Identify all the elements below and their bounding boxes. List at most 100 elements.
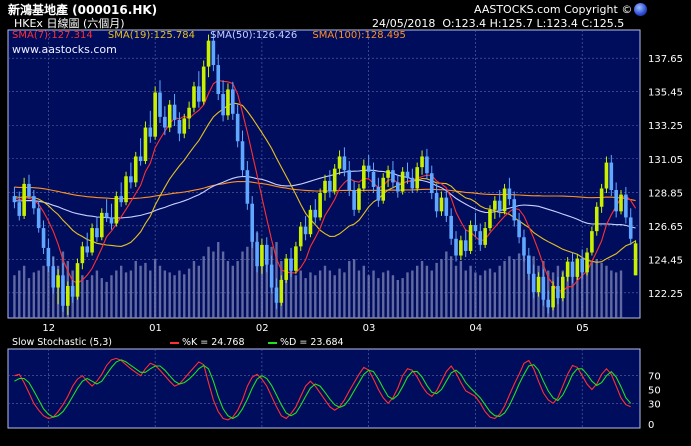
x-tick-label: 12 xyxy=(42,323,55,334)
volume-bar xyxy=(139,265,142,318)
volume-bar xyxy=(42,265,45,318)
candle-body xyxy=(240,141,245,171)
candle-body xyxy=(221,94,225,116)
volume-bar xyxy=(386,270,390,318)
volume-bar xyxy=(212,251,215,318)
volume-bar xyxy=(401,278,404,318)
candle-body xyxy=(36,208,41,229)
candle-body xyxy=(560,276,565,299)
k-legend: %K = 24.768 xyxy=(170,337,245,348)
volume-bar xyxy=(338,268,341,318)
candle-body xyxy=(546,299,551,308)
candle-body xyxy=(371,171,376,187)
candle-body xyxy=(201,66,206,102)
candle-body xyxy=(22,183,26,216)
candle-body xyxy=(420,156,424,168)
volume-bar xyxy=(590,261,594,318)
volume-bar xyxy=(348,261,351,318)
volume-bar xyxy=(187,268,191,318)
stochastic-title: Slow Stochastic (5,3) xyxy=(12,337,112,348)
volume-bar xyxy=(289,270,293,318)
candle-body xyxy=(585,252,589,273)
volume-bar xyxy=(600,262,603,318)
price-tick-label: 122.25 xyxy=(648,289,683,300)
candle-body xyxy=(158,92,162,117)
candle-body xyxy=(391,170,395,183)
volume-bar xyxy=(459,261,463,318)
candle-body xyxy=(119,196,123,203)
candle-body xyxy=(269,264,274,288)
candle-body xyxy=(129,176,133,183)
x-tick-label: 05 xyxy=(576,323,589,334)
volume-bar xyxy=(27,278,31,318)
volume-bar xyxy=(328,270,332,318)
candle-body xyxy=(565,261,570,277)
candle-body xyxy=(337,156,342,169)
candle-body xyxy=(70,286,75,297)
candle-body xyxy=(279,279,284,303)
candle-body xyxy=(313,209,318,218)
volume-bar xyxy=(454,265,458,318)
candle-body xyxy=(468,225,473,251)
volume-bar xyxy=(81,275,84,318)
candle-body xyxy=(434,193,439,212)
candle-body xyxy=(400,171,405,192)
volume-bar xyxy=(464,270,467,318)
ohlc-values: O:123.4 H:125.7 L:123.4 C:125.5 xyxy=(442,17,625,30)
volume-bar xyxy=(605,265,608,318)
candle-body xyxy=(366,165,371,172)
d-legend-swatch xyxy=(268,341,277,344)
volume-bar xyxy=(377,278,380,318)
candle-body xyxy=(294,246,298,271)
candle-body xyxy=(614,190,618,212)
candle-body xyxy=(192,86,196,108)
candle-body xyxy=(352,190,356,210)
candle-body xyxy=(230,89,235,114)
candle-body xyxy=(415,167,420,189)
candle-body xyxy=(328,180,332,192)
candle-body xyxy=(342,156,347,171)
volume-bar xyxy=(372,270,375,318)
volume-bar xyxy=(333,275,336,318)
candle-body xyxy=(599,188,604,207)
volume-bar xyxy=(134,261,137,318)
volume-bar xyxy=(483,270,487,318)
candle-body xyxy=(531,273,536,293)
x-tick-label: 02 xyxy=(256,323,269,334)
candle-body xyxy=(167,104,172,128)
candle-body xyxy=(177,119,182,134)
date-readout: 24/05/2018 xyxy=(372,17,436,30)
chart-canvas: 122.25 124.45 126.65 128.85 131.05 133.25 135.… xyxy=(7,29,683,431)
candle-body xyxy=(211,40,216,66)
candle-body xyxy=(318,193,322,218)
price-tick-label: 137.65 xyxy=(648,54,683,65)
volume-bar xyxy=(309,272,312,318)
volume-bar xyxy=(323,265,327,318)
candle-body xyxy=(570,261,575,277)
price-tick-label: 128.85 xyxy=(648,188,683,199)
candle-body xyxy=(308,209,313,235)
candle-body xyxy=(541,276,546,300)
candle-body xyxy=(66,286,70,306)
candle-body xyxy=(172,104,177,120)
volume-bar xyxy=(449,256,453,318)
candle-body xyxy=(95,228,99,238)
candle-body xyxy=(197,86,201,102)
volume-bar xyxy=(595,259,598,318)
stoch-tick-label: 0 xyxy=(648,420,654,431)
volume-bar xyxy=(86,280,89,318)
volume-bar xyxy=(445,251,448,318)
k-legend-label: %K = 24.768 xyxy=(182,337,245,348)
volume-bar xyxy=(100,278,103,318)
volume-bar xyxy=(173,275,176,318)
volume-bar xyxy=(357,270,361,318)
volume-bar xyxy=(614,272,618,318)
stock-title: 新鴻基地產 (000016.HK) xyxy=(8,3,158,17)
candle-body xyxy=(51,266,56,288)
candle-body xyxy=(463,240,468,251)
candle-body xyxy=(32,196,36,209)
volume-bar xyxy=(231,265,234,318)
d-legend: %D = 23.684 xyxy=(268,337,344,348)
volume-bar xyxy=(178,270,181,318)
candle-body xyxy=(85,246,90,253)
